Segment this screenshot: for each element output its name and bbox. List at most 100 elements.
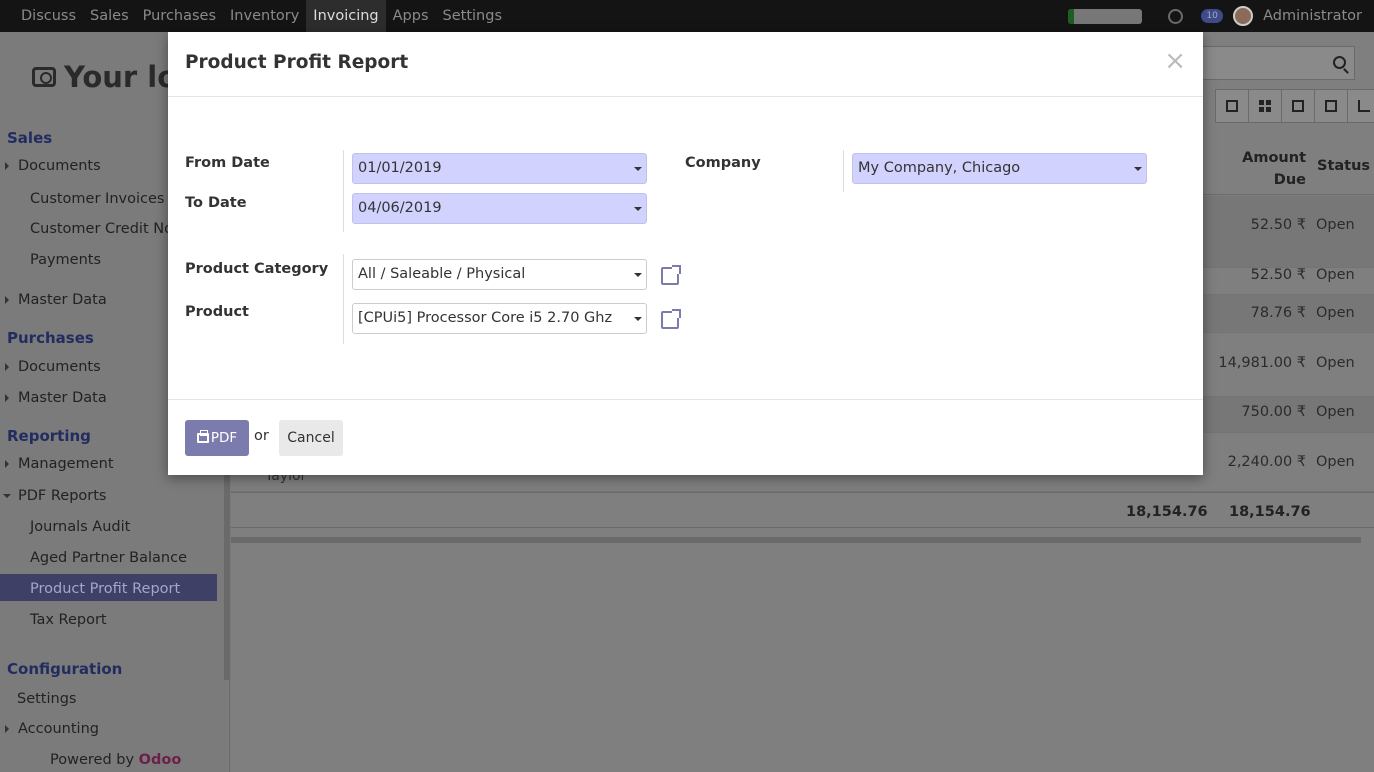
sidebar-item-customer-invoices[interactable]: Customer Invoices bbox=[30, 191, 164, 207]
company-value: My Company, Chicago bbox=[858, 160, 1021, 176]
menu-apps[interactable]: Apps bbox=[386, 0, 436, 32]
total-amount: 18,154.76 bbox=[1126, 504, 1208, 520]
sidebar-item-journals-audit[interactable]: Journals Audit bbox=[30, 519, 130, 535]
app-menu: Discuss Sales Purchases Inventory Invoic… bbox=[14, 0, 509, 32]
caret-right-icon bbox=[5, 460, 9, 468]
amount-due-cell: 78.76 ₹ bbox=[1250, 305, 1306, 321]
search-input[interactable] bbox=[1191, 46, 1355, 80]
status-cell: Open bbox=[1316, 404, 1355, 420]
chevron-down-icon bbox=[634, 207, 642, 211]
calendar-view-button[interactable] bbox=[1281, 89, 1315, 123]
external-link-icon[interactable] bbox=[661, 265, 681, 285]
sidebar-item-pdf-reports[interactable]: PDF Reports bbox=[3, 488, 106, 504]
amount-due-cell: 14,981.00 ₹ bbox=[1218, 355, 1306, 371]
activity-clock-icon[interactable] bbox=[1168, 8, 1184, 24]
sidebar-item-accounting[interactable]: Accounting bbox=[5, 721, 99, 737]
user-avatar[interactable] bbox=[1233, 6, 1254, 26]
status-cell: Open bbox=[1316, 454, 1355, 470]
field-separator bbox=[343, 254, 344, 344]
amount-due-cell: 750.00 ₹ bbox=[1241, 404, 1306, 420]
dialog-footer: PDF or Cancel bbox=[168, 399, 1203, 475]
loading-progress-bar bbox=[1068, 8, 1143, 24]
list-icon bbox=[1226, 100, 1238, 112]
product-select[interactable]: [CPUi5] Processor Core i5 2.70 Ghz bbox=[352, 303, 647, 334]
sidebar-item-label: Accounting bbox=[18, 721, 99, 737]
kanban-icon bbox=[1259, 100, 1271, 112]
pdf-button-label: PDF bbox=[210, 430, 238, 446]
systray: 10 Administrator bbox=[1068, 0, 1362, 32]
powered-by[interactable]: Powered by Odoo bbox=[50, 752, 181, 768]
caret-right-icon bbox=[5, 394, 9, 402]
sidebar-item-purchases-master-data[interactable]: Master Data bbox=[5, 390, 107, 406]
pivot-view-button[interactable] bbox=[1314, 89, 1348, 123]
sidebar-item-label: Documents bbox=[18, 359, 101, 375]
cancel-button[interactable]: Cancel bbox=[279, 420, 343, 456]
external-link-icon[interactable] bbox=[661, 309, 681, 329]
sidebar-item-sales-documents[interactable]: Documents bbox=[5, 158, 101, 174]
status-cell: Open bbox=[1316, 267, 1355, 283]
amount-due-cell: 52.50 ₹ bbox=[1250, 267, 1306, 283]
menu-sales[interactable]: Sales bbox=[83, 0, 136, 32]
sidebar-item-tax-report[interactable]: Tax Report bbox=[30, 612, 107, 628]
amount-due-cell: 52.50 ₹ bbox=[1250, 217, 1306, 233]
sidebar-item-payments[interactable]: Payments bbox=[30, 252, 101, 268]
field-separator bbox=[843, 150, 844, 192]
list-view-button[interactable] bbox=[1215, 89, 1249, 123]
kanban-view-button[interactable] bbox=[1248, 89, 1282, 123]
from-date-field[interactable]: 01/01/2019 bbox=[352, 153, 647, 184]
to-date-label: To Date bbox=[185, 195, 247, 211]
menu-inventory[interactable]: Inventory bbox=[223, 0, 306, 32]
sidebar-header-purchases[interactable]: Purchases bbox=[7, 329, 94, 347]
pdf-button[interactable]: PDF bbox=[185, 420, 249, 456]
sidebar-item-purchases-documents[interactable]: Documents bbox=[5, 359, 101, 375]
sidebar-item-product-profit-report[interactable]: Product Profit Report bbox=[30, 581, 180, 597]
product-value: [CPUi5] Processor Core i5 2.70 Ghz bbox=[358, 310, 613, 326]
product-category-value: All / Saleable / Physical bbox=[358, 266, 526, 282]
menu-discuss[interactable]: Discuss bbox=[14, 0, 83, 32]
horizontal-scrollbar[interactable] bbox=[231, 537, 1361, 543]
menu-invoicing[interactable]: Invoicing bbox=[306, 0, 386, 32]
company-select[interactable]: My Company, Chicago bbox=[852, 153, 1147, 184]
caret-right-icon bbox=[5, 296, 9, 304]
sidebar-item-label: Documents bbox=[18, 158, 101, 174]
product-category-select[interactable]: All / Saleable / Physical bbox=[352, 259, 647, 290]
column-amount-due-line2: Due bbox=[1273, 172, 1306, 188]
from-date-label: From Date bbox=[185, 155, 270, 171]
sidebar-item-label: Master Data bbox=[18, 390, 107, 406]
close-button[interactable]: × bbox=[1164, 48, 1186, 74]
sidebar-item-customer-credit-notes[interactable]: Customer Credit No bbox=[30, 221, 173, 237]
sidebar-item-label: Master Data bbox=[18, 292, 107, 308]
powered-by-text: Powered by bbox=[50, 752, 135, 768]
odoo-brand: Odoo bbox=[138, 752, 182, 768]
product-label: Product bbox=[185, 304, 249, 320]
sidebar-item-sales-master-data[interactable]: Master Data bbox=[5, 292, 107, 308]
sidebar-header-sales[interactable]: Sales bbox=[7, 129, 52, 147]
amount-due-cell: 2,240.00 ₹ bbox=[1227, 454, 1306, 470]
to-date-field[interactable]: 04/06/2019 bbox=[352, 193, 647, 224]
sidebar-header-configuration[interactable]: Configuration bbox=[7, 660, 122, 678]
status-cell: Open bbox=[1316, 305, 1355, 321]
column-status[interactable]: Status bbox=[1317, 158, 1370, 174]
sidebar-item-settings[interactable]: Settings bbox=[17, 691, 76, 707]
sidebar-item-aged-partner-balance[interactable]: Aged Partner Balance bbox=[30, 550, 187, 566]
or-text: or bbox=[254, 428, 269, 444]
status-cell: Open bbox=[1316, 355, 1355, 371]
top-navbar: Discuss Sales Purchases Inventory Invoic… bbox=[0, 0, 1374, 32]
sidebar-item-label: Management bbox=[18, 456, 114, 472]
sidebar-header-reporting[interactable]: Reporting bbox=[7, 427, 91, 445]
search-icon[interactable] bbox=[1333, 56, 1346, 69]
caret-down-icon bbox=[3, 494, 11, 498]
menu-settings[interactable]: Settings bbox=[436, 0, 509, 32]
caret-right-icon bbox=[5, 725, 9, 733]
caret-right-icon bbox=[5, 162, 9, 170]
field-separator bbox=[343, 150, 344, 232]
menu-purchases[interactable]: Purchases bbox=[136, 0, 223, 32]
sidebar-item-management[interactable]: Management bbox=[5, 456, 114, 472]
chevron-down-icon bbox=[634, 167, 642, 171]
view-switcher bbox=[1215, 89, 1374, 123]
user-menu[interactable]: Administrator bbox=[1263, 8, 1362, 24]
column-amount-due[interactable]: Amount Due bbox=[1242, 147, 1306, 191]
graph-view-button[interactable] bbox=[1347, 89, 1374, 123]
chat-icon[interactable]: 10 bbox=[1201, 9, 1224, 23]
dialog-title: Product Profit Report bbox=[185, 52, 409, 73]
